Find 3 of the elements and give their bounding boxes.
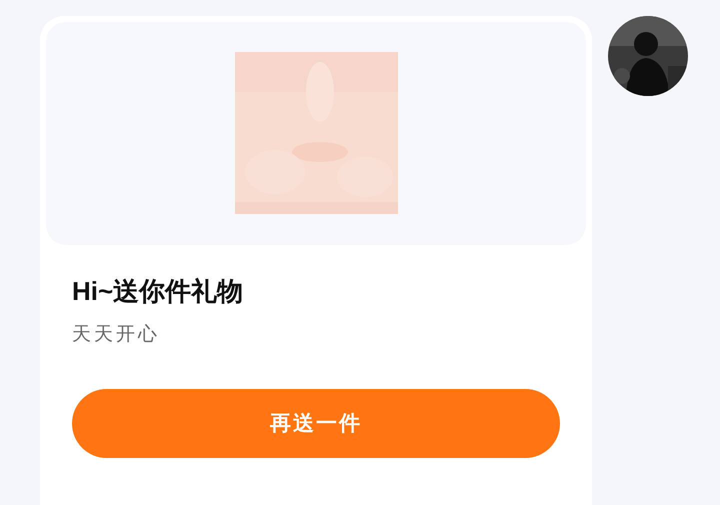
- send-again-button[interactable]: 再送一件: [72, 389, 560, 458]
- card-subtitle: 天天开心: [72, 323, 161, 347]
- card-title: Hi~送你件礼物: [72, 275, 244, 308]
